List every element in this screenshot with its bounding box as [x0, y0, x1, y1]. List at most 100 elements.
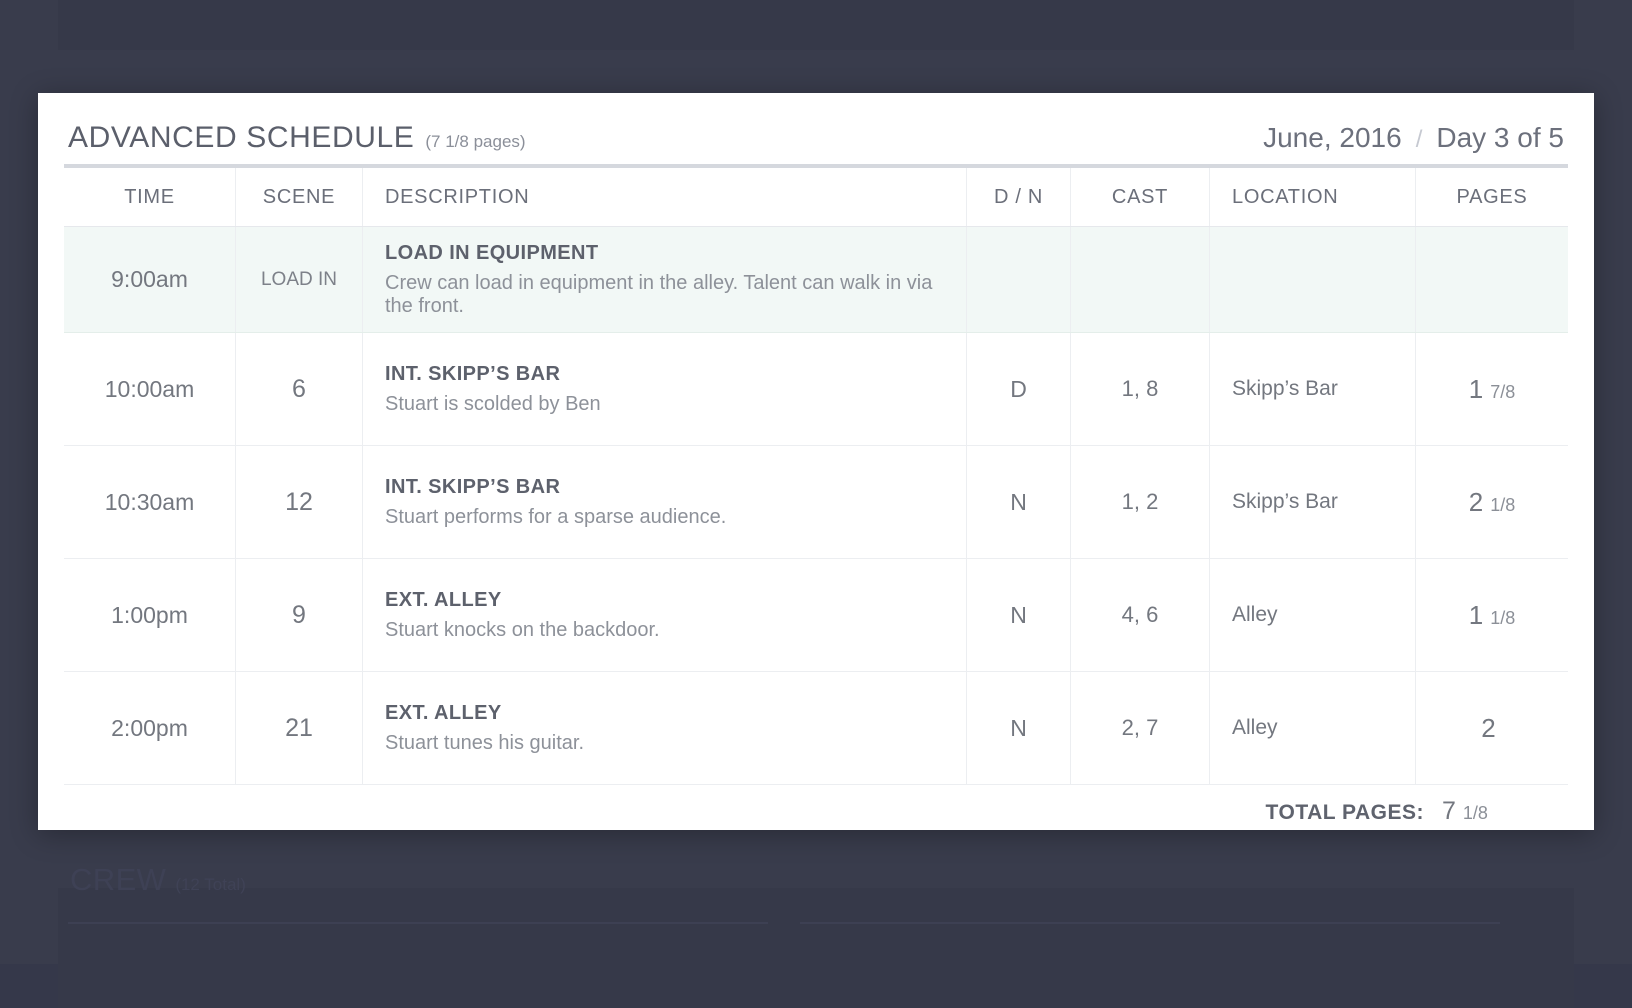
row-description-subtitle: Stuart performs for a sparse audience. [385, 506, 726, 529]
row-pages-whole: 1 [1469, 374, 1483, 405]
column-header-time: TIME [64, 168, 236, 226]
backdrop-divider-right [800, 922, 1500, 924]
cell-cast [1071, 227, 1210, 332]
cell-dn: N [967, 559, 1071, 671]
description-block: EXT. ALLEY Stuart tunes his guitar. [375, 702, 584, 755]
total-pages-row: TOTAL PAGES: 7 1/8 [38, 785, 1594, 826]
cell-location: Skipp’s Bar [1210, 446, 1416, 558]
cell-dn: N [967, 672, 1071, 784]
page-title: ADVANCED SCHEDULE [68, 121, 414, 155]
row-scene: 6 [292, 375, 306, 404]
row-pages-whole: 2 [1481, 713, 1495, 744]
row-description-title: LOAD IN EQUIPMENT [385, 242, 954, 265]
cell-pages: 2 1/8 [1416, 446, 1568, 558]
row-location: Skipp’s Bar [1232, 490, 1338, 514]
column-header-pages: PAGES [1416, 168, 1568, 226]
row-scene: 21 [285, 714, 313, 743]
row-pages: 1 7/8 [1469, 374, 1516, 405]
row-pages-fraction: 1/8 [1490, 608, 1515, 629]
advanced-schedule-card: ADVANCED SCHEDULE (7 1/8 pages) June, 20… [38, 93, 1594, 830]
row-pages: 11/8 [1469, 600, 1516, 631]
row-cast: 1, 8 [1122, 376, 1159, 402]
cell-dn: N [967, 446, 1071, 558]
table-row[interactable]: 10:00am 6 INT. SKIPP’S BAR Stuart is scolde… [64, 333, 1568, 446]
schedule-table: TIME SCENE DESCRIPTION D / N CAST LOCATI… [64, 164, 1568, 785]
row-location: Alley [1232, 603, 1278, 627]
cell-scene: 9 [236, 559, 363, 671]
row-time: 10:30am [105, 489, 195, 516]
cell-description: INT. SKIPP’S BAR Stuart is scolded by Ben [363, 333, 967, 445]
row-pages: 2 1/8 [1469, 487, 1516, 518]
column-header-scene: SCENE [236, 168, 363, 226]
cell-time: 10:00am [64, 333, 236, 445]
total-pages-whole: 7 [1442, 797, 1456, 826]
row-scene: LOAD IN [261, 269, 337, 291]
backdrop-crew-subtitle: (12 Total) [175, 875, 246, 895]
column-header-dn: D / N [967, 168, 1071, 226]
card-header-meta: June, 2016 / Day 3 of 5 [1263, 122, 1564, 154]
row-dn: N [1010, 489, 1027, 516]
cell-dn: D [967, 333, 1071, 445]
row-dn: N [1010, 602, 1027, 629]
backdrop-bottom-panel [58, 888, 1574, 1008]
row-cast: 1, 2 [1122, 489, 1159, 515]
row-description-title: INT. SKIPP’S BAR [385, 363, 601, 386]
row-description-subtitle: Stuart is scolded by Ben [385, 393, 601, 416]
cell-scene: LOAD IN [236, 227, 363, 332]
table-row[interactable]: 10:30am 12 INT. SKIPP’S BAR Stuart performs… [64, 446, 1568, 559]
cell-pages [1416, 227, 1568, 332]
cell-pages: 11/8 [1416, 559, 1568, 671]
description-block: INT. SKIPP’S BAR Stuart is scolded by Ben [375, 363, 601, 416]
row-time: 1:00pm [111, 602, 188, 629]
row-pages-whole: 2 [1469, 487, 1483, 518]
column-header-location: LOCATION [1210, 168, 1416, 226]
row-pages-fraction: 7/8 [1490, 382, 1515, 403]
row-scene: 12 [285, 488, 313, 517]
cell-description: INT. SKIPP’S BAR Stuart performs for a sp… [363, 446, 967, 558]
row-description-title: EXT. ALLEY [385, 702, 584, 725]
row-time: 2:00pm [111, 715, 188, 742]
table-row[interactable]: 2:00pm 21 EXT. ALLEY Stuart tunes his guita… [64, 672, 1568, 785]
row-location: Alley [1232, 716, 1278, 740]
row-description-subtitle: Stuart knocks on the backdoor. [385, 619, 660, 642]
cell-time: 10:30am [64, 446, 236, 558]
cell-location: Alley [1210, 559, 1416, 671]
row-description-subtitle: Stuart tunes his guitar. [385, 732, 584, 755]
cell-time: 1:00pm [64, 559, 236, 671]
cell-dn [967, 227, 1071, 332]
schedule-day: Day 3 of 5 [1436, 122, 1564, 154]
table-row[interactable]: 1:00pm 9 EXT. ALLEY Stuart knocks on the ba… [64, 559, 1568, 672]
table-header-row: TIME SCENE DESCRIPTION D / N CAST LOCATI… [64, 168, 1568, 227]
description-block: LOAD IN EQUIPMENTCrew can load in equipm… [375, 242, 954, 318]
row-description-title: EXT. ALLEY [385, 589, 660, 612]
meta-separator: / [1416, 126, 1423, 154]
schedule-month: June, 2016 [1263, 122, 1402, 154]
table-body: 9:00am LOAD IN LOAD IN EQUIPMENTCrew can l… [64, 227, 1568, 785]
backdrop-crew-heading: CREW (12 Total) [70, 862, 246, 898]
row-description-title: INT. SKIPP’S BAR [385, 476, 726, 499]
column-header-description: DESCRIPTION [363, 168, 967, 226]
cell-location: Skipp’s Bar [1210, 333, 1416, 445]
row-cast: 2, 7 [1122, 715, 1159, 741]
row-pages-fraction: 1/8 [1490, 495, 1515, 516]
total-pages-fraction: 1/8 [1463, 803, 1488, 824]
backdrop-divider-left [68, 922, 768, 924]
cell-location [1210, 227, 1416, 332]
total-pages-value: 7 1/8 [1442, 797, 1546, 826]
backdrop-top-panel: TRANSPORTATION Extra vans for shuttles f… [58, 0, 1574, 50]
cell-description: EXT. ALLEY Stuart tunes his guitar. [363, 672, 967, 784]
cell-pages: 1 7/8 [1416, 333, 1568, 445]
cell-cast: 4, 6 [1071, 559, 1210, 671]
description-block: INT. SKIPP’S BAR Stuart performs for a sp… [375, 476, 726, 529]
row-dn: N [1010, 715, 1027, 742]
backdrop-crew-title: CREW [70, 862, 166, 898]
cell-pages: 2 [1416, 672, 1568, 784]
row-cast: 4, 6 [1122, 602, 1159, 628]
cell-scene: 21 [236, 672, 363, 784]
cell-time: 9:00am [64, 227, 236, 332]
cell-description: EXT. ALLEY Stuart knocks on the backdoor. [363, 559, 967, 671]
row-pages: 2 [1481, 713, 1502, 744]
card-header: ADVANCED SCHEDULE (7 1/8 pages) June, 20… [38, 93, 1594, 145]
total-pages-label: TOTAL PAGES: [1266, 801, 1424, 825]
table-row[interactable]: 9:00am LOAD IN LOAD IN EQUIPMENTCrew can l… [64, 227, 1568, 333]
